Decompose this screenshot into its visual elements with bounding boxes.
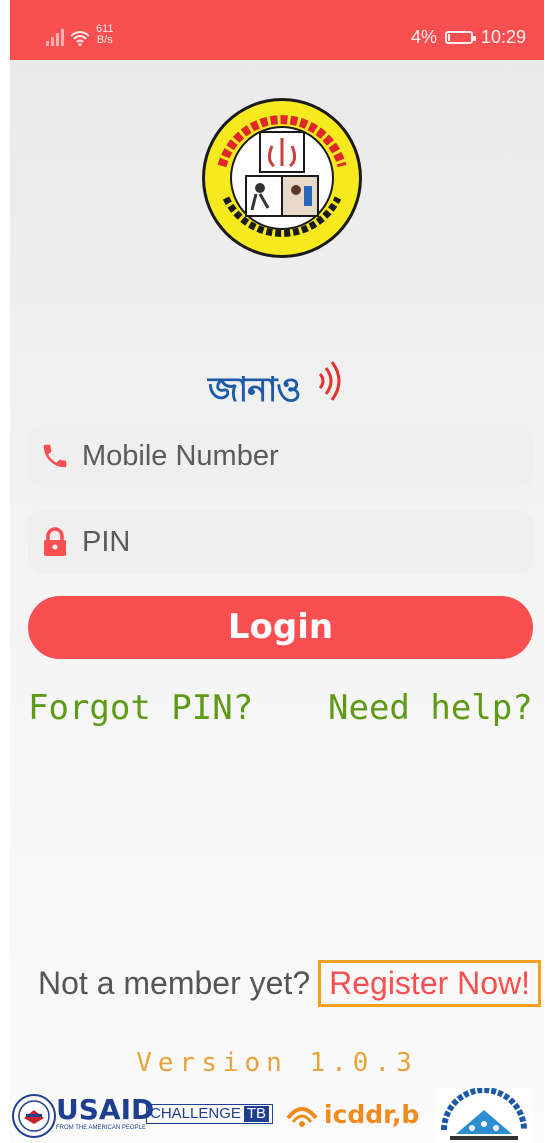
battery-percent: 4% <box>410 27 437 47</box>
wifi-icon <box>70 31 90 46</box>
lock-icon <box>38 527 72 557</box>
login-screen: 611 B/s 4% 10:29 জানাও Mobile Number Log… <box>10 0 544 1143</box>
tb-program-emblem-icon <box>202 98 362 258</box>
usaid-seal-icon <box>12 1094 56 1138</box>
mobile-number-field[interactable] <box>28 425 533 487</box>
challenge-tb-logo: CHALLENGE TB <box>146 1104 274 1124</box>
network-speed: 611 B/s <box>96 24 114 46</box>
mohfw-logo-icon <box>436 1088 532 1143</box>
challenge-tb-text: TB <box>243 1106 270 1122</box>
battery-icon <box>444 31 476 44</box>
challenge-text: CHALLENGE <box>150 1105 241 1122</box>
register-now-button[interactable]: Register Now! <box>318 960 542 1007</box>
clock: 10:29 <box>480 27 526 47</box>
login-button[interactable]: Login <box>28 596 533 659</box>
sponsor-strip: USAID FROM THE AMERICAN PEOPLE CHALLENGE… <box>10 1088 544 1143</box>
icddrb-logo-icon <box>286 1107 318 1127</box>
register-prompt: Not a member yet? <box>38 965 311 1001</box>
register-row: Not a member yet? Register Now! <box>38 960 542 1007</box>
app-logo-text: জানাও <box>208 370 301 410</box>
status-right: 4% 10:29 <box>411 27 526 48</box>
version-label: Version 1.0.3 <box>136 1048 418 1078</box>
phone-icon <box>38 441 72 471</box>
need-help-link[interactable]: Need help? <box>328 688 533 728</box>
icddrb-logo-text: icddr,b <box>324 1100 420 1129</box>
signal-waves-icon <box>318 361 341 401</box>
status-left: 611 B/s <box>46 24 114 46</box>
usaid-logo-text: USAID <box>56 1093 155 1126</box>
network-speed-unit: B/s <box>96 34 113 46</box>
signal-icon <box>46 28 64 46</box>
pin-input[interactable] <box>80 524 504 560</box>
usaid-tagline: FROM THE AMERICAN PEOPLE <box>56 1125 146 1131</box>
status-bar: 611 B/s 4% 10:29 <box>10 0 544 60</box>
app-logo: জানাও <box>208 356 358 414</box>
mobile-number-input[interactable] <box>80 438 504 474</box>
forgot-pin-link[interactable]: Forgot PIN? <box>28 688 253 728</box>
pin-field[interactable] <box>28 511 533 573</box>
